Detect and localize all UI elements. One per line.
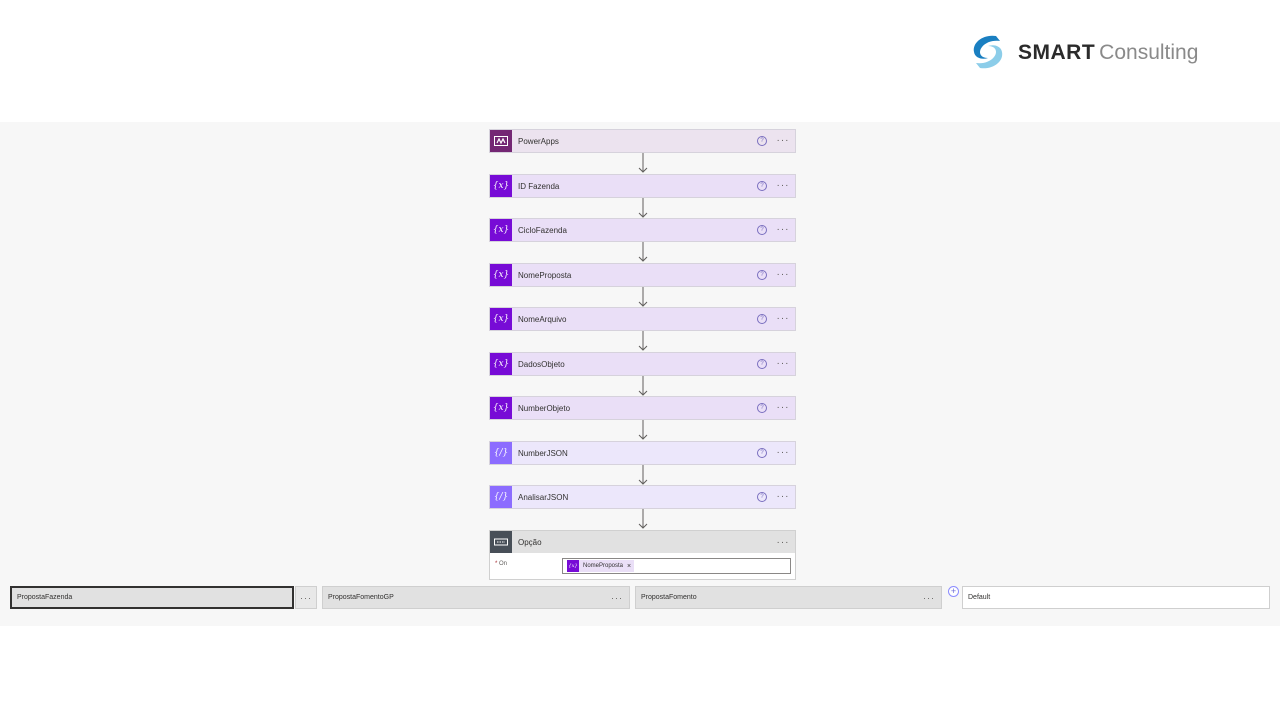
variable-icon: {x} <box>490 397 512 419</box>
flow-step-label: PowerApps <box>518 136 559 146</box>
data-operation-icon: {/} <box>490 442 512 464</box>
flow-step-label: DadosObjeto <box>518 359 565 369</box>
connector-arrow <box>638 287 648 307</box>
connector-arrow <box>638 465 648 485</box>
flow-step-nome-arquivo[interactable]: {x} NomeArquivo ? ··· <box>489 307 796 331</box>
help-icon[interactable]: ? <box>757 181 767 191</box>
connector-arrow <box>638 153 648 173</box>
flow-step-nome-proposta[interactable]: {x} NomeProposta ? ··· <box>489 263 796 287</box>
more-options-icon[interactable]: ··· <box>611 593 623 603</box>
flow-step-dados-objeto[interactable]: {x} DadosObjeto ? ··· <box>489 352 796 376</box>
flow-step-number-json[interactable]: {/} NumberJSON ? ··· <box>489 441 796 465</box>
help-icon[interactable]: ? <box>757 359 767 369</box>
more-options-icon[interactable]: ··· <box>923 593 935 603</box>
smart-swirl-logo-icon <box>973 35 1003 69</box>
help-icon[interactable]: ? <box>757 314 767 324</box>
flow-step-id-fazenda[interactable]: {x} ID Fazenda ? ··· <box>489 174 796 198</box>
variable-icon: {x} <box>567 560 579 572</box>
case-propostafazenda[interactable]: PropostaFazenda <box>10 586 294 609</box>
flow-step-powerapps[interactable]: PowerApps ? ··· <box>489 129 796 153</box>
data-operation-icon: {/} <box>490 486 512 508</box>
more-options-icon[interactable]: ··· <box>295 586 317 609</box>
variable-icon: {x} <box>490 353 512 375</box>
flow-designer-canvas: PowerApps ? ··· {x} ID Fazenda ? ··· {x}… <box>0 122 1280 626</box>
more-options-icon[interactable]: ··· <box>775 270 791 280</box>
token-label: NomeProposta <box>583 563 624 569</box>
more-options-icon[interactable]: ··· <box>775 181 791 191</box>
more-options-icon[interactable]: ··· <box>775 492 791 502</box>
more-options-icon[interactable]: ··· <box>775 403 791 413</box>
flow-step-label: ID Fazenda <box>518 181 560 191</box>
connector-arrow <box>638 242 648 262</box>
help-icon[interactable]: ? <box>757 225 767 235</box>
case-default[interactable]: Default <box>962 586 1270 609</box>
switch-icon <box>490 531 512 553</box>
logo-sub-text: Consulting <box>1099 40 1199 64</box>
flow-step-label: NumberJSON <box>518 448 568 458</box>
flow-step-number-objeto[interactable]: {x} NumberObjeto ? ··· <box>489 396 796 420</box>
flow-step-label: NomeProposta <box>518 270 572 280</box>
variable-icon: {x} <box>490 308 512 330</box>
help-icon[interactable]: ? <box>757 270 767 280</box>
help-icon[interactable]: ? <box>757 403 767 413</box>
more-options-icon[interactable]: ··· <box>775 537 791 548</box>
on-field-label: * On <box>495 561 508 567</box>
more-options-icon[interactable]: ··· <box>775 448 791 458</box>
flow-step-analisar-json[interactable]: {/} AnalisarJSON ? ··· <box>489 485 796 509</box>
more-options-icon[interactable]: ··· <box>775 136 791 146</box>
case-label: Default <box>968 594 991 601</box>
variable-icon: {x} <box>490 264 512 286</box>
switch-title: Opção <box>518 537 542 547</box>
remove-token-icon[interactable]: × <box>627 563 631 570</box>
variable-icon: {x} <box>490 219 512 241</box>
dynamic-content-token[interactable]: {x} NomeProposta × <box>567 560 635 572</box>
connector-arrow <box>638 420 648 440</box>
more-options-icon[interactable]: ··· <box>775 314 791 324</box>
flow-step-ciclo-fazenda[interactable]: {x} CicloFazenda ? ··· <box>489 218 796 242</box>
case-propostafomento[interactable]: PropostaFomento ··· <box>635 586 942 609</box>
connector-arrow <box>638 198 648 218</box>
flow-step-label: NomeArquivo <box>518 314 567 324</box>
add-case-icon[interactable]: + <box>948 586 959 597</box>
variable-icon: {x} <box>490 175 512 197</box>
powerapps-icon <box>490 130 512 152</box>
help-icon[interactable]: ? <box>757 492 767 502</box>
on-input-field[interactable]: {x} NomeProposta × <box>562 558 791 574</box>
page: SMART Consulting PowerApps ? ··· {x} ID F… <box>0 0 1280 720</box>
flow-step-label: AnalisarJSON <box>518 492 569 502</box>
case-label: PropostaFomentoGP <box>328 594 394 601</box>
help-icon[interactable]: ? <box>757 448 767 458</box>
logo-brand-text: SMART <box>1018 40 1096 64</box>
case-label: PropostaFomento <box>641 594 697 601</box>
connector-arrow <box>638 376 648 396</box>
help-icon[interactable]: ? <box>757 136 767 146</box>
flow-step-label: NumberObjeto <box>518 403 571 413</box>
more-options-icon[interactable]: ··· <box>775 359 791 369</box>
switch-header[interactable]: Opção ··· <box>490 531 795 553</box>
connector-arrow <box>638 331 648 351</box>
on-label-text: On <box>499 561 508 567</box>
flow-step-label: CicloFazenda <box>518 225 567 235</box>
case-propostafomentogp[interactable]: PropostaFomentoGP ··· <box>322 586 630 609</box>
more-options-icon[interactable]: ··· <box>775 225 791 235</box>
connector-arrow <box>638 509 648 529</box>
case-label: PropostaFazenda <box>17 594 73 601</box>
smart-consulting-logo: SMART Consulting <box>966 30 1198 74</box>
switch-action-opcao[interactable]: Opção ··· * On {x} NomeProposta × <box>489 530 796 580</box>
